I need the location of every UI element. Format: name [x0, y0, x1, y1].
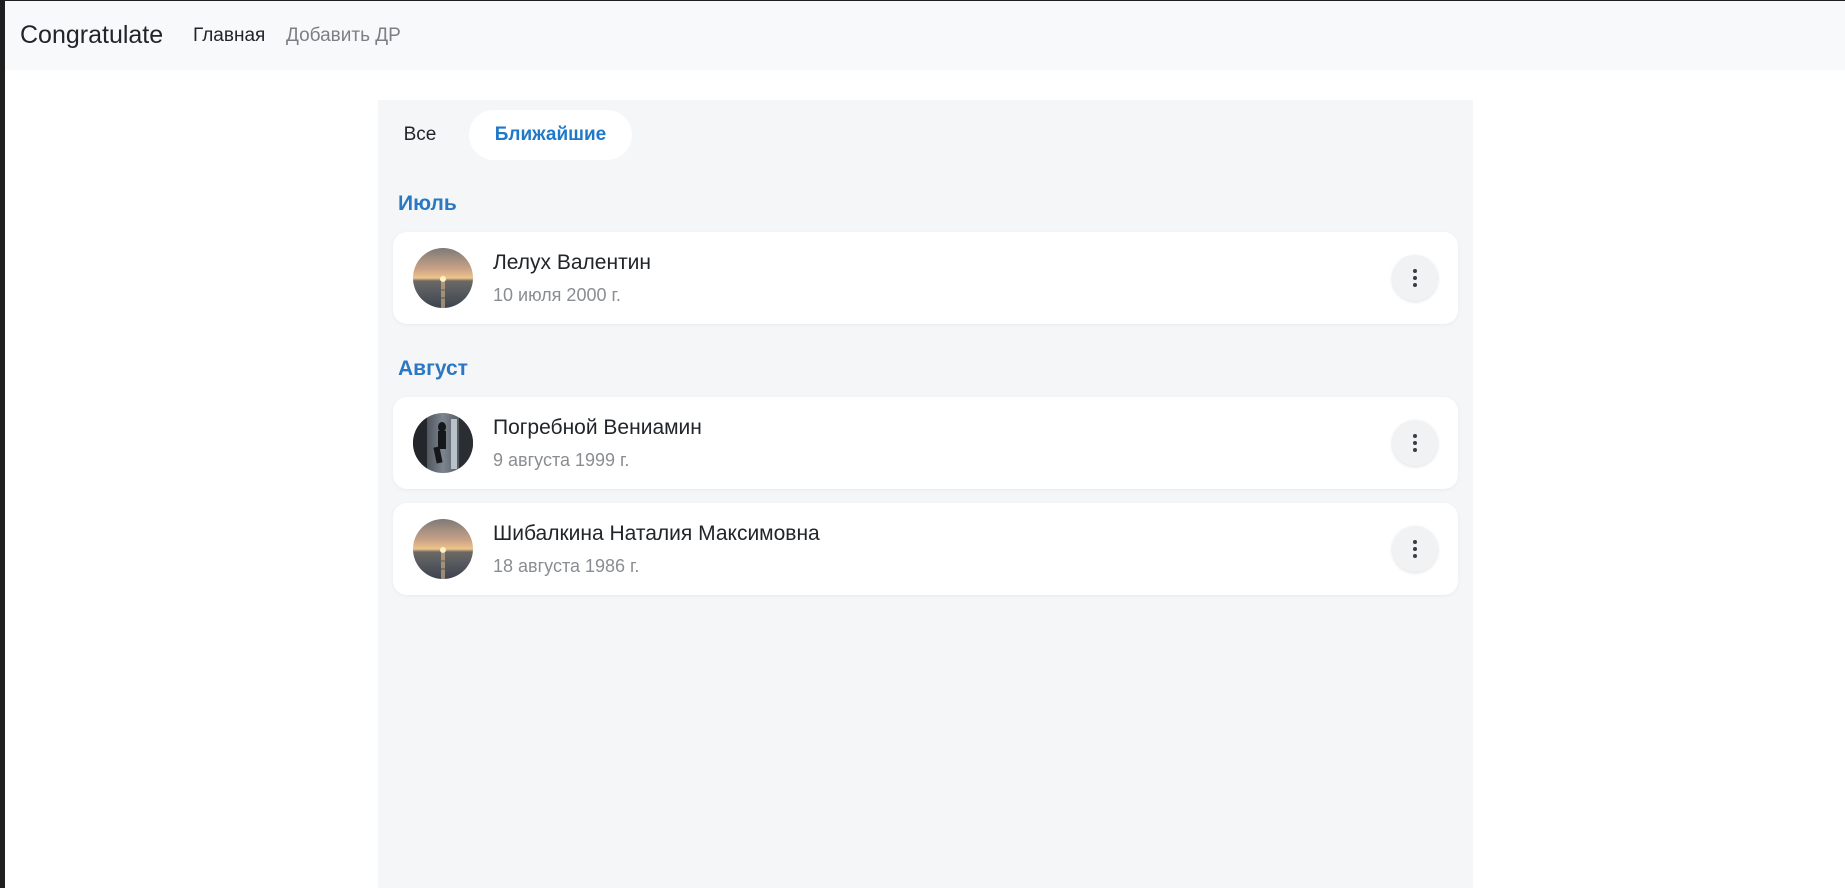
month-heading: Август	[398, 357, 468, 380]
birthday-panel: Все Ближайшие Июль Лелух Валентин 10 июл…	[378, 100, 1473, 888]
more-vertical-icon[interactable]	[1392, 526, 1438, 572]
month-heading: Июль	[398, 192, 457, 215]
sunset-photo-icon	[413, 248, 473, 308]
birth-date: 18 августа 1986 г.	[493, 556, 640, 576]
sunset-photo-icon	[413, 519, 473, 579]
tab-all[interactable]: Все	[386, 110, 454, 160]
birth-date: 10 июля 2000 г.	[493, 285, 621, 305]
silhouette-photo-icon	[413, 413, 473, 473]
nav-link-home[interactable]: Главная	[193, 1, 265, 70]
tab-upcoming[interactable]: Ближайшие	[469, 110, 632, 160]
avatar	[413, 519, 473, 579]
more-vertical-icon[interactable]	[1392, 420, 1438, 466]
more-vertical-icon[interactable]	[1392, 255, 1438, 301]
birthday-card[interactable]: Погребной Вениамин 9 августа 1999 г.	[393, 397, 1458, 489]
window-left-edge	[0, 0, 5, 888]
navbar: Congratulate Главная Добавить ДР	[5, 1, 1845, 70]
birthday-card[interactable]: Лелух Валентин 10 июля 2000 г.	[393, 232, 1458, 324]
avatar	[413, 248, 473, 308]
avatar	[413, 413, 473, 473]
nav-link-add-birthday[interactable]: Добавить ДР	[286, 1, 401, 70]
birth-date: 9 августа 1999 г.	[493, 450, 630, 470]
brand-logo[interactable]: Congratulate	[20, 1, 163, 70]
birthday-card[interactable]: Шибалкина Наталия Максимовна 18 августа …	[393, 503, 1458, 595]
person-name: Лелух Валентин	[493, 251, 652, 274]
person-name: Шибалкина Наталия Максимовна	[493, 522, 820, 545]
person-name: Погребной Вениамин	[493, 416, 702, 439]
